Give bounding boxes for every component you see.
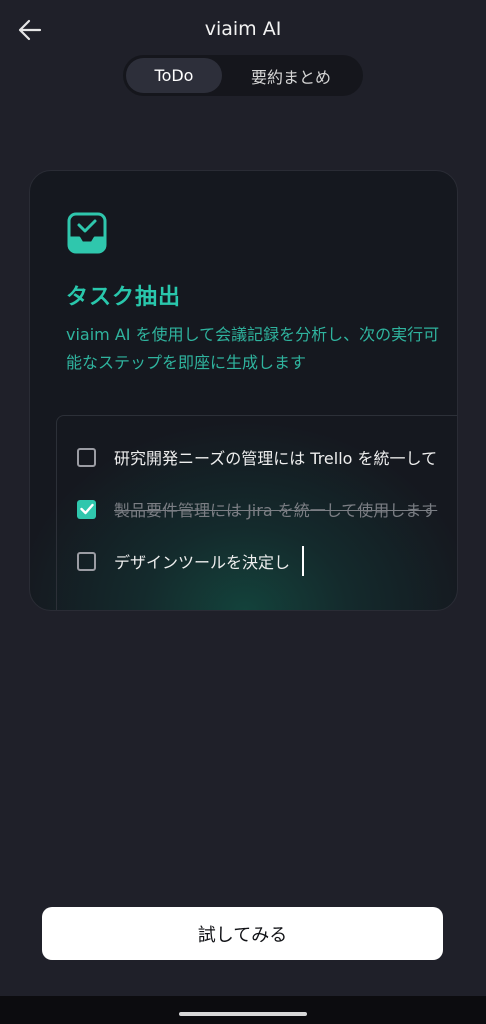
inbox-check-icon [67,212,107,254]
system-nav-bar [0,996,486,1024]
task-item: 製品要件管理には Jira を統一して使用します [77,494,457,524]
task-checkbox[interactable] [77,447,96,467]
tab-summary[interactable]: 要約まとめ [222,58,360,93]
task-text: デザインツールを決定し [114,553,291,572]
checkmark-icon [79,503,94,515]
segmented-tabs: ToDo 要約まとめ [123,55,363,96]
home-indicator[interactable] [179,1012,307,1016]
app-screen: viaim AI ToDo 要約まとめ タスク抽出 viaim AI を使用して… [0,0,486,1024]
task-checkbox-checked[interactable] [77,499,96,519]
task-item: 研究開発ニーズの管理には Trello を統一して [77,442,457,472]
tab-todo[interactable]: ToDo [126,58,222,93]
task-list: 研究開発ニーズの管理には Trello を統一して 製品要件管理には Jira … [56,415,457,610]
card-description: viaim AI を使用して会議記録を分析し、次の実行可能なステップを即座に生成… [66,325,440,372]
task-item: デザインツールを決定し [77,546,457,576]
task-text: 製品要件管理には Jira を統一して使用します [114,501,438,520]
page-title: viaim AI [204,18,282,40]
card-title: タスク抽出 [66,285,182,310]
feature-card: タスク抽出 viaim AI を使用して会議記録を分析し、次の実行可能なステップ… [29,170,458,611]
header: viaim AI [0,0,486,60]
task-text: 研究開発ニーズの管理には Trello を統一して [114,449,438,468]
text-cursor [302,546,305,576]
try-button[interactable]: 試してみる [42,907,443,960]
task-checkbox[interactable] [77,551,96,571]
